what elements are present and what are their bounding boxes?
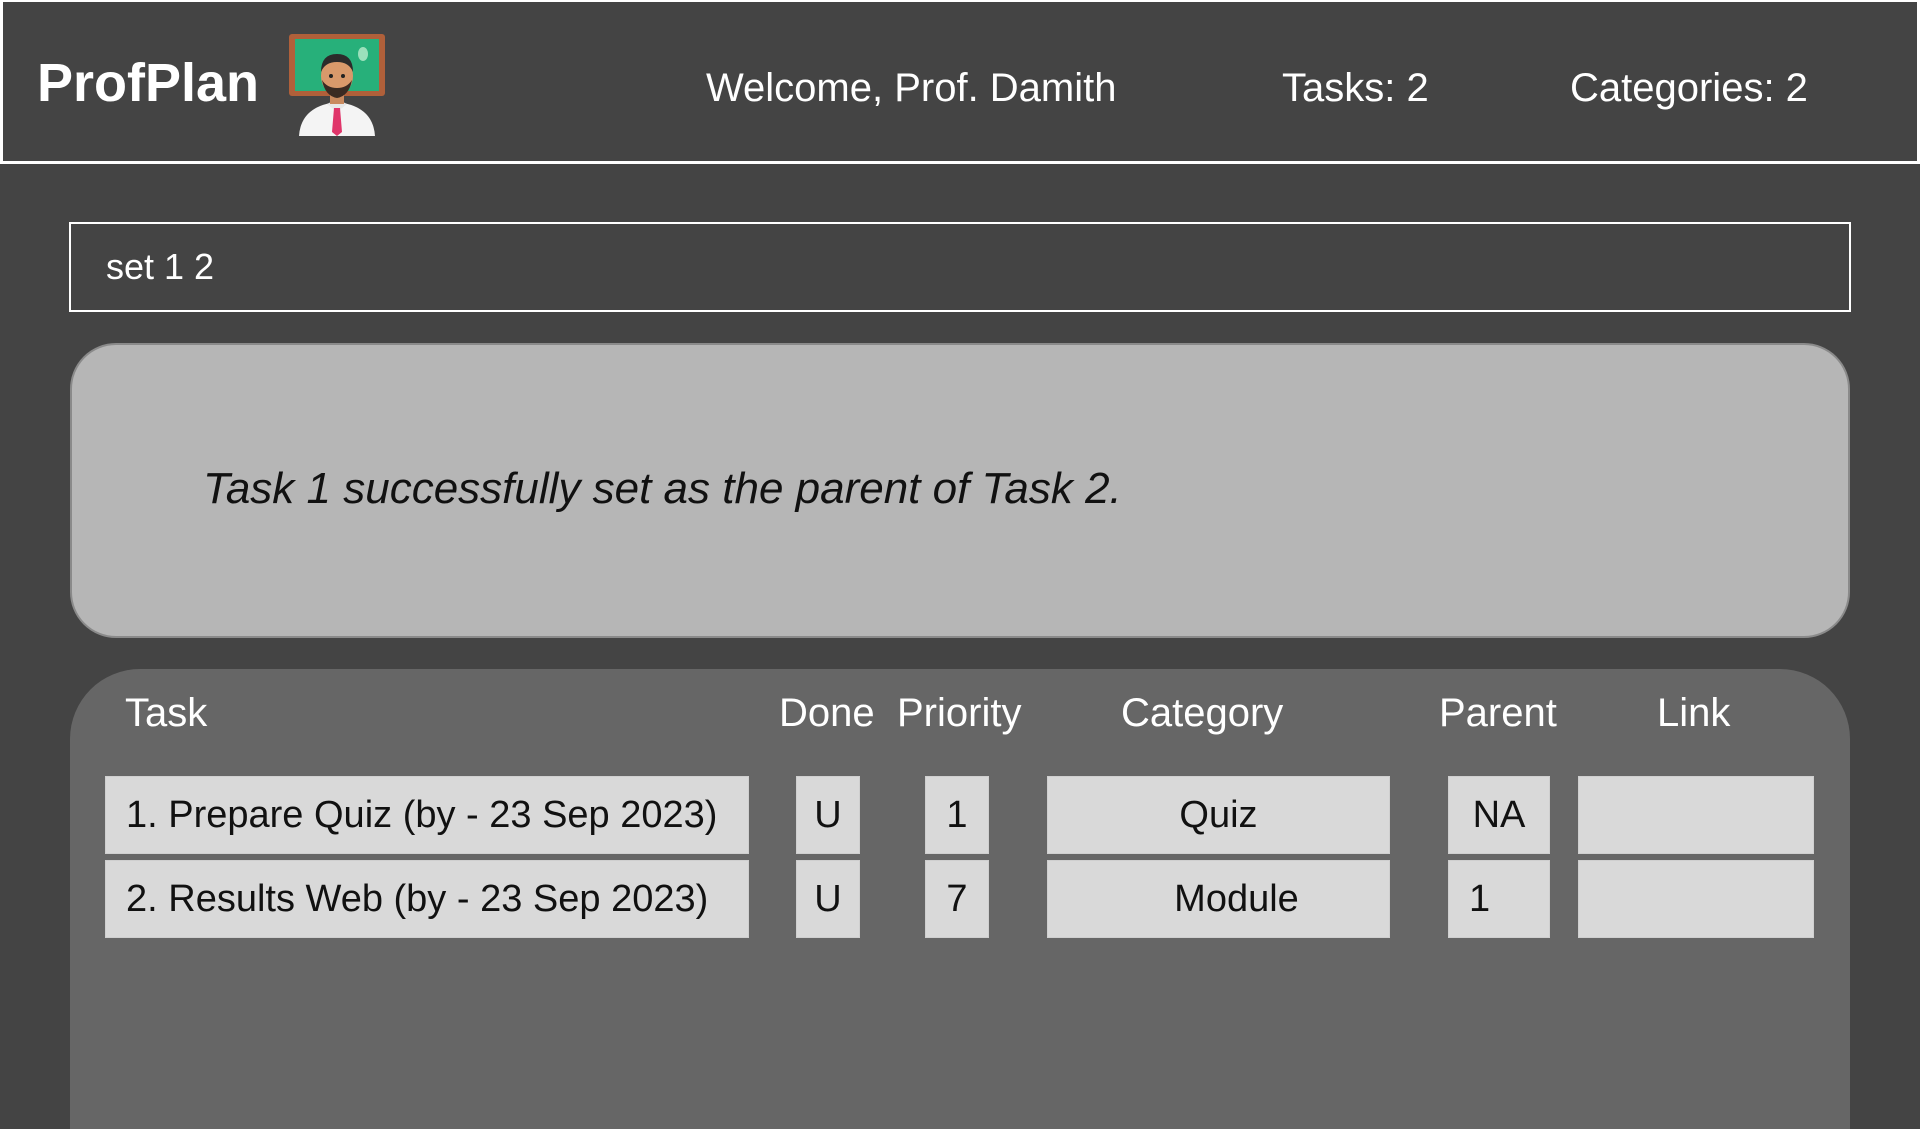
result-display: Task 1 successfully set as the parent of…	[70, 343, 1850, 638]
task-priority-cell[interactable]: 1	[925, 776, 989, 854]
tasks-count: Tasks: 2	[1282, 66, 1429, 110]
result-message: Task 1 successfully set as the parent of…	[203, 464, 1122, 513]
app-header: ProfPlan Welcome, Prof. Damith Tasks: 2 …	[0, 0, 1920, 164]
task-name-cell[interactable]: 1. Prepare Quiz (by - 23 Sep 2023)	[105, 776, 749, 854]
welcome-message: Welcome, Prof. Damith	[706, 66, 1117, 110]
task-name-cell[interactable]: 2. Results Web (by - 23 Sep 2023)	[105, 860, 749, 938]
task-done-cell[interactable]: U	[796, 776, 860, 854]
column-header-priority: Priority	[897, 691, 1022, 735]
command-box[interactable]	[69, 222, 1851, 312]
task-link-cell[interactable]	[1578, 860, 1814, 938]
task-category-cell[interactable]: Module	[1047, 860, 1390, 938]
column-header-link: Link	[1657, 691, 1731, 735]
column-header-category: Category	[1121, 691, 1284, 735]
task-link-cell[interactable]	[1578, 776, 1814, 854]
categories-count: Categories: 2	[1570, 66, 1808, 110]
professor-avatar-icon	[287, 32, 387, 136]
column-header-parent: Parent	[1439, 691, 1557, 735]
column-header-done: Done	[779, 691, 875, 735]
task-done-cell[interactable]: U	[796, 860, 860, 938]
task-parent-cell[interactable]: 1	[1448, 860, 1550, 938]
task-list-panel: Task Done Priority Category Parent Link …	[70, 669, 1850, 1129]
task-priority-cell[interactable]: 7	[925, 860, 989, 938]
task-category-cell[interactable]: Quiz	[1047, 776, 1390, 854]
app-title: ProfPlan	[37, 53, 260, 113]
task-parent-cell[interactable]: NA	[1448, 776, 1550, 854]
column-header-task: Task	[125, 691, 208, 735]
command-input[interactable]	[71, 224, 1849, 310]
